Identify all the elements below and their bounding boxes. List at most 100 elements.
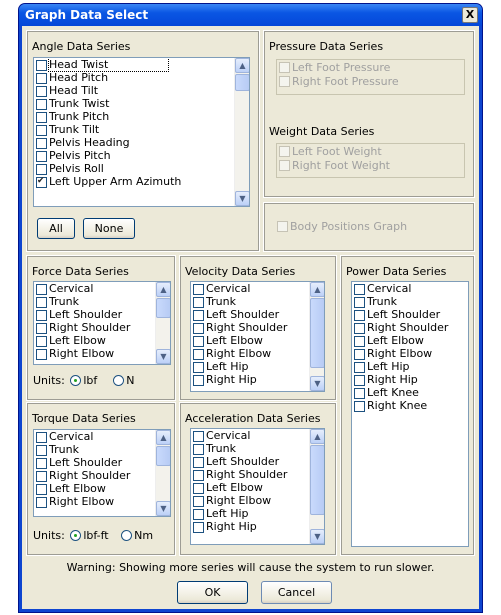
scroll-up-icon[interactable]: ▲	[310, 429, 324, 444]
checkbox-icon[interactable]	[354, 401, 365, 412]
checkbox-icon[interactable]	[193, 336, 204, 347]
scroll-thumb[interactable]	[235, 74, 249, 91]
none-button[interactable]: None	[83, 218, 135, 239]
velocity-scrollbar[interactable]: ▲ ▼	[309, 282, 324, 391]
checkbox-icon[interactable]	[36, 349, 47, 360]
title-bar[interactable]: Graph Data Select X	[19, 4, 482, 26]
checkbox-icon[interactable]	[36, 164, 47, 175]
checkbox-icon[interactable]	[36, 125, 47, 136]
checkbox-icon[interactable]	[354, 284, 365, 295]
scroll-up-icon[interactable]: ▲	[235, 58, 249, 73]
torque-scrollbar[interactable]: ▲ ▼	[155, 430, 170, 516]
scroll-thumb[interactable]	[310, 298, 324, 368]
checkbox-icon[interactable]	[36, 73, 47, 84]
velocity-list[interactable]: Cervical Trunk Left Shoulder Right Shoulder…	[190, 281, 325, 392]
body-positions-checkbox[interactable]: Body Positions Graph	[276, 220, 407, 234]
force-item[interactable]: Right Elbow	[35, 348, 154, 361]
scroll-up-icon[interactable]: ▲	[310, 282, 324, 297]
checkbox-icon[interactable]	[193, 522, 204, 533]
checkbox-icon[interactable]	[36, 138, 47, 149]
checkbox-icon[interactable]	[193, 375, 204, 386]
scroll-thumb[interactable]	[156, 298, 170, 318]
weight-item: Right Foot Weight	[278, 159, 463, 173]
angle-item[interactable]: Left Upper Arm Azimuth	[35, 175, 233, 189]
acceleration-list[interactable]: Cervical Trunk Left Shoulder Right Shoulder…	[190, 428, 325, 545]
torque-item-label: Left Shoulder	[49, 456, 123, 469]
ok-button[interactable]: OK	[177, 581, 248, 604]
checkbox-icon[interactable]	[354, 375, 365, 386]
checkbox-icon[interactable]	[193, 470, 204, 481]
radio-n[interactable]	[113, 375, 125, 386]
checkbox-icon[interactable]	[36, 86, 47, 97]
checkbox-icon[interactable]	[36, 99, 47, 110]
power-list[interactable]: Cervical Trunk Left Shoulder Right Shoulder…	[351, 281, 469, 547]
checkbox-icon[interactable]	[193, 284, 204, 295]
acceleration-item[interactable]: Right Hip	[192, 521, 308, 534]
radio-nm-label: Nm	[134, 529, 154, 542]
torque-list[interactable]: Cervical Trunk Left Shoulder Right Shoulder…	[33, 429, 171, 517]
checkbox-icon[interactable]	[354, 362, 365, 373]
checkbox-icon[interactable]	[36, 323, 47, 334]
acceleration-scrollbar[interactable]: ▲ ▼	[309, 429, 324, 544]
checkbox-icon[interactable]	[36, 284, 47, 295]
power-item-label: Left Elbow	[367, 334, 424, 347]
velocity-item[interactable]: Right Hip	[192, 374, 308, 387]
checkbox-icon[interactable]	[354, 297, 365, 308]
torque-item[interactable]: Right Elbow	[35, 496, 154, 509]
scroll-down-icon[interactable]: ▼	[156, 349, 170, 364]
checkbox-icon[interactable]	[354, 323, 365, 334]
checkbox-icon[interactable]	[193, 310, 204, 321]
checkbox-icon[interactable]	[354, 388, 365, 399]
checkbox-icon[interactable]	[193, 509, 204, 520]
checkbox-icon[interactable]	[193, 362, 204, 373]
checkbox-icon[interactable]	[354, 336, 365, 347]
power-items: Cervical Trunk Left Shoulder Right Shoulder…	[353, 283, 467, 413]
angle-scrollbar[interactable]: ▲ ▼	[234, 58, 249, 206]
scroll-down-icon[interactable]: ▼	[156, 501, 170, 516]
checkbox-icon[interactable]	[36, 297, 47, 308]
checkbox-icon[interactable]	[193, 349, 204, 360]
radio-nm[interactable]	[121, 530, 133, 541]
scroll-thumb[interactable]	[156, 446, 170, 466]
cancel-button[interactable]: Cancel	[261, 581, 332, 604]
scroll-down-icon[interactable]: ▼	[235, 191, 249, 206]
force-units: Units: lbf N	[33, 374, 135, 387]
scroll-up-icon[interactable]: ▲	[156, 430, 170, 445]
checkbox-icon[interactable]	[36, 497, 47, 508]
checkbox-icon[interactable]	[36, 432, 47, 443]
checkbox-icon[interactable]	[193, 297, 204, 308]
force-list[interactable]: Cervical Trunk Left Shoulder Right Shoulder…	[33, 281, 171, 365]
scroll-down-icon[interactable]: ▼	[310, 529, 324, 544]
checkbox-icon[interactable]	[354, 310, 365, 321]
checkbox-icon[interactable]	[193, 323, 204, 334]
checkbox-icon[interactable]	[354, 349, 365, 360]
checkbox-icon[interactable]	[36, 471, 47, 482]
checkbox-icon[interactable]	[36, 336, 47, 347]
checkbox-icon[interactable]	[193, 444, 204, 455]
checkbox-checked-icon[interactable]	[36, 175, 47, 188]
checkbox-icon[interactable]	[36, 458, 47, 469]
close-button[interactable]: X	[462, 7, 478, 23]
checkbox-icon[interactable]	[36, 484, 47, 495]
checkbox-icon[interactable]	[36, 151, 47, 162]
scroll-thumb[interactable]	[310, 445, 324, 515]
angle-list[interactable]: Head Twist Head Pitch Head Tilt Trunk Twist…	[33, 57, 250, 207]
weight-item: Left Foot Weight	[278, 145, 463, 159]
checkbox-icon[interactable]	[193, 496, 204, 507]
radio-lbf-ft[interactable]	[70, 530, 82, 541]
power-item[interactable]: Right Knee	[353, 400, 467, 413]
checkbox-icon[interactable]	[193, 483, 204, 494]
pressure-items: Left Foot Pressure Right Foot Pressure	[278, 61, 463, 89]
checkbox-icon[interactable]	[36, 310, 47, 321]
all-button[interactable]: All	[37, 218, 75, 239]
checkbox-icon[interactable]	[36, 112, 47, 123]
checkbox-icon[interactable]	[36, 60, 47, 71]
checkbox-icon[interactable]	[193, 457, 204, 468]
force-scrollbar[interactable]: ▲ ▼	[155, 282, 170, 364]
checkbox-icon[interactable]	[36, 445, 47, 456]
scroll-down-icon[interactable]: ▼	[310, 376, 324, 391]
checkbox-icon[interactable]	[193, 431, 204, 442]
radio-lbf[interactable]	[70, 375, 82, 386]
angle-items: Head Twist Head Pitch Head Tilt Trunk Twist…	[35, 58, 233, 189]
scroll-up-icon[interactable]: ▲	[156, 282, 170, 297]
